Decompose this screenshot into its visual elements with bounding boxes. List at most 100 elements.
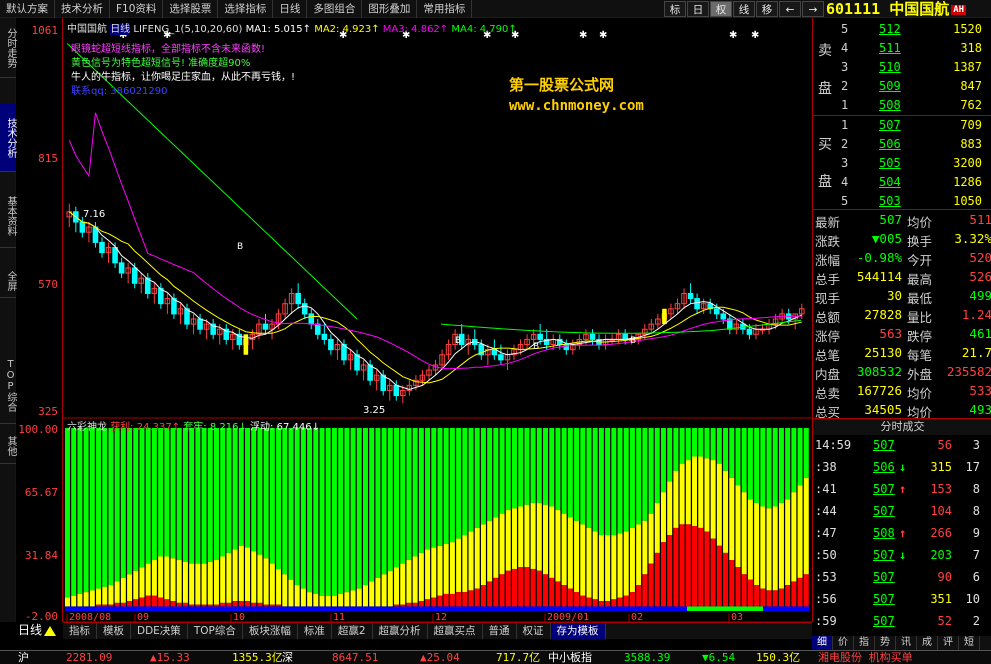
- band-yellow-bar: [716, 463, 722, 546]
- sell-row[interactable]: 4 511 318: [813, 39, 991, 58]
- band-yellow-bar: [741, 492, 747, 575]
- tool-day-button[interactable]: 日: [687, 1, 709, 17]
- chart-area[interactable]: ✱ ✱ ✱ ✱ ✱ ✱ ✱ ✱ ✱ ✱ 2008/08 09 10 11 12 2009/01 02 03 中国国…: [63, 18, 812, 622]
- bottom-tab[interactable]: 普通: [483, 623, 517, 639]
- trades-header[interactable]: 分时成交: [813, 419, 991, 435]
- bottom-tab[interactable]: 权证: [517, 623, 551, 639]
- left-tab-fundamentals[interactable]: 基本资料: [0, 184, 16, 248]
- band-yellow-bar: [251, 551, 257, 603]
- band-yellow-bar: [729, 477, 735, 561]
- band-red-bar: [648, 563, 654, 607]
- band-red-bar: [170, 601, 176, 607]
- tick-tab[interactable]: 评: [938, 636, 959, 650]
- left-tab-other[interactable]: 其他: [0, 428, 16, 464]
- band-green-bar: [729, 428, 735, 478]
- left-tab-top[interactable]: TOP综合: [0, 348, 16, 424]
- band-red-bar: [574, 592, 580, 607]
- band-red-bar: [785, 585, 791, 607]
- tick-tab[interactable]: 势: [875, 636, 896, 650]
- buy-row[interactable]: 1 507 709: [813, 116, 991, 135]
- band-red-bar: [673, 527, 679, 607]
- buy-row[interactable]: 4 504 1286: [813, 173, 991, 192]
- left-tab-intraday[interactable]: 分时走势: [0, 18, 16, 78]
- band-red-bar: [462, 592, 468, 607]
- bottom-tab[interactable]: 标准: [298, 623, 332, 639]
- bottom-tab[interactable]: DDE决策: [131, 623, 188, 639]
- stat-value: -0.98%: [856, 250, 902, 265]
- menu-select-indicator[interactable]: 选择指标: [218, 0, 274, 18]
- left-tab-tech-analysis[interactable]: 技术分析: [0, 104, 16, 172]
- band-green-bar: [567, 428, 573, 518]
- band-red-bar: [443, 593, 449, 607]
- bottom-tab[interactable]: TOP综合: [188, 623, 243, 639]
- candle-body: [131, 267, 138, 284]
- menu-overlay[interactable]: 图形叠加: [362, 0, 418, 18]
- candle-body: [321, 333, 328, 340]
- candle-body: [295, 292, 301, 305]
- menu-select-stock[interactable]: 选择股票: [163, 0, 219, 18]
- menu-common-indicator[interactable]: 常用指标: [417, 0, 473, 18]
- band-red-bar: [791, 581, 797, 607]
- sme-index: 3588.39: [624, 651, 671, 664]
- band-yellow-bar: [611, 535, 617, 600]
- bottom-tab[interactable]: 超赢2: [332, 623, 373, 639]
- bottom-tab[interactable]: 指标: [63, 623, 97, 639]
- tick-tab[interactable]: 指: [854, 636, 875, 650]
- band-yellow-bar: [555, 510, 561, 582]
- tick-tab[interactable]: 细: [812, 636, 833, 650]
- sell-row[interactable]: 3 510 1387: [813, 58, 991, 77]
- tick-tab[interactable]: 短: [959, 636, 980, 650]
- band-green-bar: [760, 428, 766, 507]
- band-yellow-bar: [89, 590, 95, 607]
- tick-tab[interactable]: 成: [917, 636, 938, 650]
- bottom-tab[interactable]: 模板: [97, 623, 131, 639]
- band-yellow-bar: [574, 520, 580, 593]
- tool-left-arrow-button[interactable]: ←: [779, 1, 801, 17]
- band-green-bar: [77, 428, 83, 594]
- band-green-bar: [617, 428, 623, 534]
- tick-tab[interactable]: 价: [833, 636, 854, 650]
- band-yellow-bar: [220, 556, 226, 603]
- tool-rights-button[interactable]: 权: [710, 1, 732, 17]
- band-green-bar: [704, 428, 710, 459]
- tool-line-button[interactable]: 线: [733, 1, 755, 17]
- bottom-tab[interactable]: 超赢买点: [428, 623, 483, 639]
- left-tab-fullscreen[interactable]: 全屏: [0, 264, 16, 298]
- news-ticker[interactable]: 湘电股份 机构买单: [818, 651, 913, 664]
- band-red-bar: [449, 593, 455, 607]
- bottom-tab[interactable]: 存为模板: [550, 623, 606, 639]
- x-tick-label: 09: [137, 612, 149, 622]
- band-red-bar: [437, 595, 443, 607]
- stat-value: 461: [969, 326, 991, 341]
- sell-row[interactable]: 1 508 762: [813, 96, 991, 115]
- sh-change: ▲15.33: [150, 651, 190, 664]
- period-label[interactable]: 日线: [16, 622, 63, 639]
- buy-row[interactable]: 3 505 3200: [813, 154, 991, 173]
- band-red-bar: [772, 590, 778, 607]
- bottom-tab[interactable]: 超赢分析: [373, 623, 428, 639]
- menu-daily[interactable]: 日线: [273, 0, 308, 18]
- sell-row[interactable]: 5 512 1520: [813, 20, 991, 39]
- menu-tech-analysis[interactable]: 技术分析: [55, 0, 110, 18]
- menu-f10[interactable]: F10资料: [110, 0, 164, 18]
- band-green-bar: [431, 428, 437, 548]
- band-red-bar: [704, 531, 710, 607]
- bottom-tab[interactable]: 板块涨幅: [243, 623, 298, 639]
- buy-row[interactable]: 2 506 883: [813, 135, 991, 154]
- band-red-bar: [685, 524, 691, 607]
- buy-price: 506: [879, 137, 901, 151]
- band-green-bar: [685, 428, 691, 461]
- band-green-bar: [387, 428, 393, 571]
- menu-multi-chart[interactable]: 多图组合: [307, 0, 363, 18]
- tool-mark-button[interactable]: 标: [664, 1, 686, 17]
- tool-right-arrow-button[interactable]: →: [802, 1, 824, 17]
- sell-row[interactable]: 2 509 847: [813, 77, 991, 96]
- band-yellow-bar: [108, 585, 114, 605]
- stat-row: 涨跌 ▼005 换手 3.32%: [813, 229, 991, 249]
- tool-move-button[interactable]: 移: [756, 1, 778, 17]
- band-red-bar: [536, 570, 542, 607]
- tick-tab[interactable]: 讯: [896, 636, 917, 650]
- stock-name: 中国国航: [889, 0, 950, 18]
- menu-default-scheme[interactable]: 默认方案: [0, 0, 55, 18]
- band-red-bar: [151, 595, 157, 607]
